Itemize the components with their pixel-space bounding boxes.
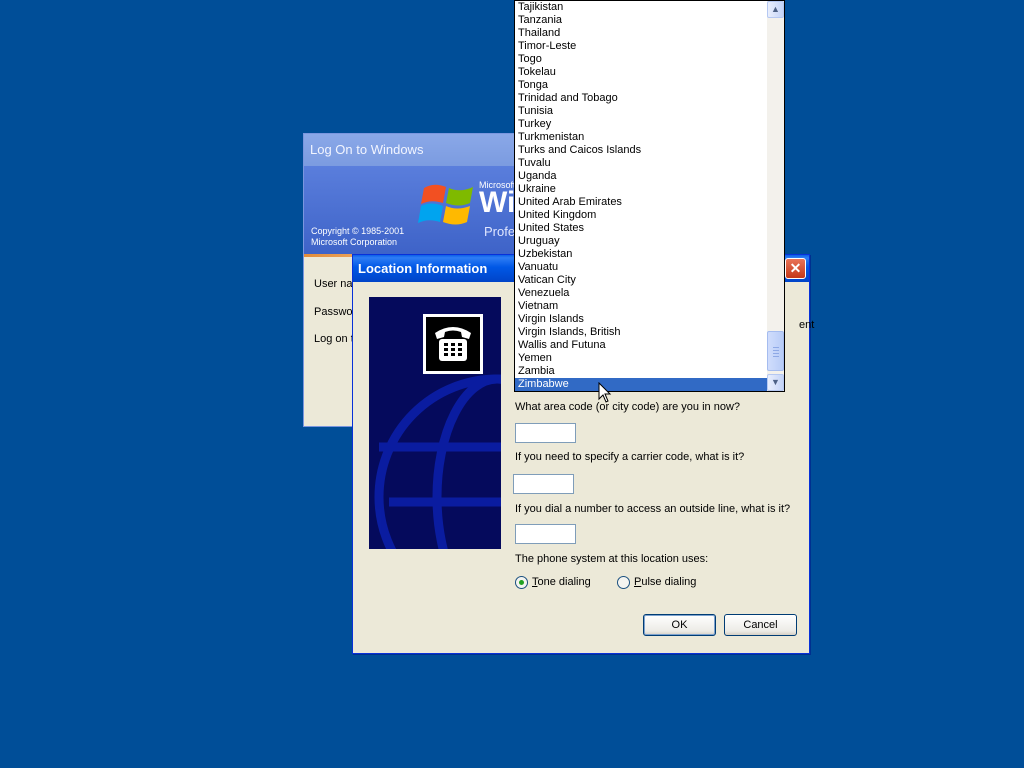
country-list-item[interactable]: Tunisia (515, 105, 767, 118)
copyright-line-2: Microsoft Corporation (311, 237, 398, 247)
country-list-item[interactable]: Uzbekistan (515, 248, 767, 261)
country-list-item[interactable]: Venezuela (515, 287, 767, 300)
country-list-item[interactable]: Vietnam (515, 300, 767, 313)
hidden-label-fragment: ent (799, 319, 815, 331)
close-button[interactable]: ✕ (785, 258, 806, 279)
country-list-item[interactable]: Turkey (515, 118, 767, 131)
chevron-down-icon: ▼ (771, 377, 780, 387)
pulse-dialing-radio[interactable] (617, 576, 630, 589)
country-list-item[interactable]: Tokelau (515, 66, 767, 79)
carrier-code-input[interactable] (513, 474, 574, 494)
copyright-line-1: Copyright © 1985-2001 (311, 226, 405, 236)
close-icon: ✕ (789, 260, 802, 276)
ok-button[interactable]: OK (643, 614, 716, 636)
mouse-cursor-icon (598, 382, 612, 403)
country-list-item[interactable]: Trinidad and Tobago (515, 92, 767, 105)
carrier-code-label: If you need to specify a carrier code, w… (515, 451, 745, 463)
country-list-item[interactable]: Zambia (515, 365, 767, 378)
country-dropdown-list[interactable]: Tajikistan Tanzania Thailand Timor-Leste Tog… (514, 0, 785, 392)
country-list-item[interactable]: Zimbabwe (515, 378, 767, 391)
country-list-item[interactable]: Uganda (515, 170, 767, 183)
country-list-item[interactable]: Wallis and Futuna (515, 339, 767, 352)
phone-system-label: The phone system at this location uses: (515, 553, 709, 565)
brand-big-text: Wi (479, 186, 516, 219)
country-list-item[interactable]: Tuvalu (515, 157, 767, 170)
tone-dialing-radio[interactable] (515, 576, 528, 589)
country-list-item[interactable]: Vatican City (515, 274, 767, 287)
country-list-item[interactable]: Vanuatu (515, 261, 767, 274)
telephone-globe-image (369, 297, 501, 549)
chevron-up-icon: ▲ (771, 4, 780, 14)
country-list-item[interactable]: Yemen (515, 352, 767, 365)
country-list-item[interactable]: Tajikistan (515, 1, 767, 14)
pulse-dialing-label[interactable]: Pulse dialing (634, 576, 696, 588)
country-list-item[interactable]: Tonga (515, 79, 767, 92)
country-list-item[interactable]: United Arab Emirates (515, 196, 767, 209)
country-list-item[interactable]: United States (515, 222, 767, 235)
telephone-icon (423, 314, 483, 374)
logon-to-label: Log on t (314, 333, 354, 345)
user-name-label: User na (314, 278, 353, 290)
country-list-item[interactable]: Turks and Caicos Islands (515, 144, 767, 157)
windows-logo-icon (418, 184, 473, 225)
country-list-item[interactable]: Turkmenistan (515, 131, 767, 144)
tone-label-rest: one dialing (537, 576, 591, 588)
scroll-thumb[interactable] (767, 331, 784, 371)
cancel-button[interactable]: Cancel (724, 614, 797, 636)
country-list-item[interactable]: Ukraine (515, 183, 767, 196)
country-list-item[interactable]: Virgin Islands, British (515, 326, 767, 339)
list-scrollbar[interactable]: ▲ ▼ (767, 1, 784, 391)
password-label: Passwo (314, 306, 353, 318)
scroll-down-button[interactable]: ▼ (767, 374, 784, 391)
copyright-text: Copyright © 1985-2001 Microsoft Corporat… (311, 226, 404, 248)
country-list-items: Tajikistan Tanzania Thailand Timor-Leste Tog… (515, 1, 767, 391)
country-list-item[interactable]: United Kingdom (515, 209, 767, 222)
country-list-item[interactable]: Togo (515, 53, 767, 66)
country-list-item[interactable]: Uruguay (515, 235, 767, 248)
scroll-up-button[interactable]: ▲ (767, 1, 784, 18)
area-code-input[interactable] (515, 423, 576, 443)
pulse-label-rest: ulse dialing (641, 576, 697, 588)
outside-line-input[interactable] (515, 524, 576, 544)
area-code-label: What area code (or city code) are you in… (515, 401, 741, 413)
tone-dialing-label[interactable]: Tone dialing (532, 576, 591, 588)
brand-edition-text: Profe (484, 224, 516, 239)
country-list-item[interactable]: Thailand (515, 27, 767, 40)
country-list-item[interactable]: Tanzania (515, 14, 767, 27)
outside-line-label: If you dial a number to access an outsid… (515, 503, 791, 515)
country-list-item[interactable]: Timor-Leste (515, 40, 767, 53)
country-list-item[interactable]: Virgin Islands (515, 313, 767, 326)
